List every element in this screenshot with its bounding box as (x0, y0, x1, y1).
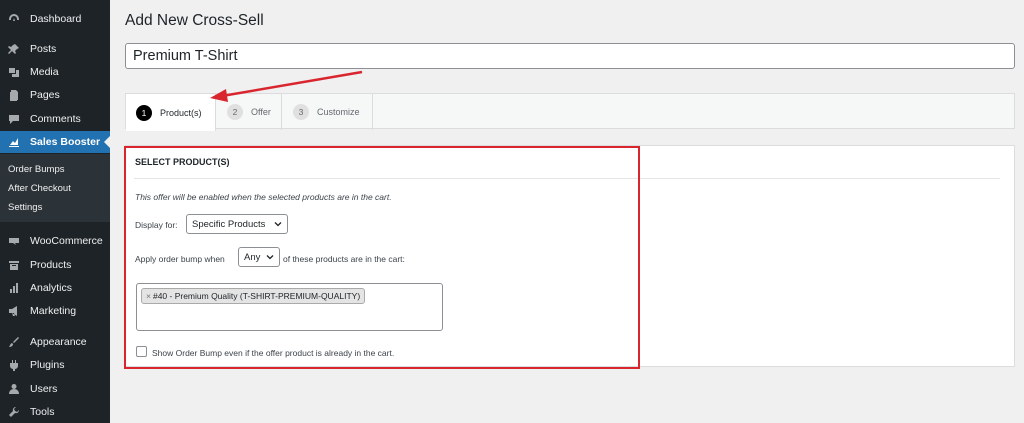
sidebar-item-dashboard[interactable]: Dashboard (0, 8, 110, 30)
bar-chart-icon (7, 281, 21, 295)
sidebar-item-analytics[interactable]: Analytics (0, 277, 110, 299)
tab-products[interactable]: 1 Product(s) (126, 94, 216, 131)
media-icon (7, 65, 21, 79)
selected-product-chip: × #40 - Premium Quality (T-SHIRT-PREMIUM… (141, 288, 366, 304)
sidebar-item-label: Posts (30, 43, 57, 55)
pin-icon (7, 42, 21, 56)
sidebar-item-label: Users (30, 383, 58, 395)
page-title: Add New Cross-Sell (125, 12, 264, 29)
section-divider (134, 178, 1000, 179)
woo-icon (7, 234, 21, 248)
sidebar-item-plugins[interactable]: Plugins (0, 354, 110, 376)
apply-condition-select[interactable]: Any (238, 247, 280, 267)
sidebar-item-products[interactable]: Products (0, 254, 110, 276)
wrench-icon (7, 405, 21, 419)
sidebar-item-label: WooCommerce (30, 235, 103, 247)
chart-icon (7, 135, 21, 149)
user-icon (7, 382, 21, 396)
display-for-value: Specific Products (192, 218, 266, 230)
sidebar-item-pages[interactable]: Pages (0, 84, 110, 106)
sidebar-item-tools[interactable]: Tools (0, 401, 110, 423)
comment-icon (7, 112, 21, 126)
step-number: 2 (227, 104, 243, 120)
sidebar-item-sales-booster[interactable]: Sales Booster (0, 131, 110, 153)
chevron-down-icon (274, 222, 282, 227)
apply-order-bump-suffix: of these products are in the cart: (283, 254, 405, 264)
sidebar-item-label: Comments (30, 113, 81, 125)
sidebar-item-marketing[interactable]: Marketing (0, 300, 110, 322)
tab-label: Customize (317, 107, 360, 117)
tab-label: Offer (251, 107, 271, 117)
chevron-down-icon (266, 255, 274, 260)
sidebar-item-label: Pages (30, 89, 60, 101)
sidebar-item-label: Products (30, 259, 72, 271)
admin-sidebar: Dashboard Posts Media Pages Comments Sal… (0, 0, 110, 423)
sidebar-item-users[interactable]: Users (0, 378, 110, 400)
sidebar-item-comments[interactable]: Comments (0, 108, 110, 130)
sidebar-item-label: Marketing (30, 305, 77, 317)
display-for-label: Display for: (135, 220, 178, 230)
sidebar-item-label: Appearance (30, 336, 87, 348)
plugin-icon (7, 358, 21, 372)
wizard-tabs: 1 Product(s) 2 Offer 3 Customize (125, 93, 1015, 131)
paintbrush-icon (7, 335, 21, 349)
tab-divider (372, 94, 373, 130)
cross-sell-title-input[interactable] (125, 43, 1015, 69)
submenu-order-bumps[interactable]: Order Bumps (8, 164, 65, 175)
tab-offer[interactable]: 2 Offer (216, 94, 281, 130)
pages-icon (7, 88, 21, 102)
sidebar-item-woocommerce[interactable]: WooCommerce (0, 230, 110, 252)
archive-icon (7, 258, 21, 272)
sidebar-item-posts[interactable]: Posts (0, 38, 110, 60)
sidebar-item-label: Dashboard (30, 13, 82, 25)
sidebar-item-label: Analytics (30, 282, 73, 294)
step-number: 3 (293, 104, 309, 120)
submenu-settings[interactable]: Settings (8, 202, 42, 213)
sidebar-item-appearance[interactable]: Appearance (0, 331, 110, 353)
show-order-bump-label: Show Order Bump even if the offer produc… (152, 348, 395, 358)
sidebar-item-media[interactable]: Media (0, 61, 110, 83)
remove-chip-icon[interactable]: × (146, 291, 151, 301)
sidebar-item-label: Plugins (30, 359, 65, 371)
sidebar-item-label: Tools (30, 406, 55, 418)
megaphone-icon (7, 304, 21, 318)
step-number: 1 (136, 104, 152, 121)
selected-product-label: #40 - Premium Quality (T-SHIRT-PREMIUM-Q… (152, 291, 361, 301)
apply-order-bump-label: Apply order bump when (135, 254, 225, 264)
sidebar-item-label: Sales Booster (30, 136, 101, 148)
tab-label: Product(s) (160, 107, 202, 118)
apply-condition-value: Any (244, 251, 261, 263)
section-description: This offer will be enabled when the sele… (135, 192, 392, 202)
display-for-select[interactable]: Specific Products (186, 214, 288, 234)
dashboard-icon (7, 12, 21, 26)
submenu-after-checkout[interactable]: After Checkout (8, 183, 71, 194)
tab-customize[interactable]: 3 Customize (282, 94, 372, 130)
show-order-bump-checkbox[interactable] (136, 346, 147, 357)
section-title: SELECT PRODUCT(S) (135, 157, 230, 167)
active-menu-pointer (104, 136, 110, 148)
sidebar-item-label: Media (30, 66, 59, 78)
sales-booster-submenu: Order Bumps After Checkout Settings (0, 154, 110, 222)
